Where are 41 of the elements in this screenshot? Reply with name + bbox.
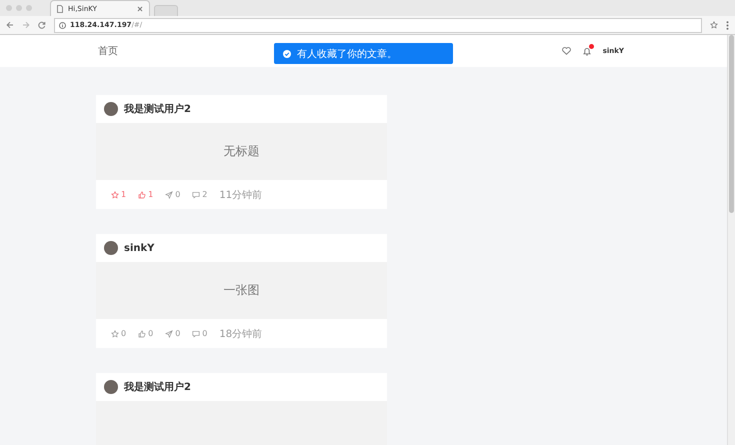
- author-name[interactable]: 我是测试用户2: [124, 380, 191, 394]
- star-icon: [111, 330, 119, 338]
- check-circle-icon: [283, 50, 291, 58]
- toast-message: 有人收藏了你的文章。: [297, 48, 397, 60]
- menu-icon[interactable]: [726, 20, 729, 30]
- share-count-button[interactable]: 0: [165, 329, 180, 338]
- author-name[interactable]: sinkY: [124, 242, 154, 254]
- share-count-button[interactable]: 0: [165, 190, 180, 199]
- scrollbar[interactable]: [727, 35, 735, 445]
- star-count-button[interactable]: 1: [111, 190, 126, 199]
- close-icon[interactable]: [137, 6, 143, 12]
- post-cover[interactable]: 无标题: [96, 123, 387, 180]
- share-icon: [165, 190, 174, 198]
- like-count-button[interactable]: 1: [138, 190, 154, 199]
- post-title: 一张图: [224, 282, 260, 299]
- comment-icon: [192, 190, 200, 198]
- star-count-button[interactable]: 0: [111, 329, 126, 338]
- post-time: 18分钟前: [219, 328, 262, 340]
- page-icon: [57, 4, 63, 12]
- comment-count-button[interactable]: 0: [192, 329, 208, 338]
- post-title: 无标题: [224, 143, 260, 160]
- bookmark-star-icon[interactable]: [710, 21, 718, 29]
- share-icon: [165, 330, 174, 338]
- info-icon: [59, 22, 66, 28]
- like-icon: [138, 330, 146, 338]
- comment-icon: [192, 330, 200, 338]
- comment-count-button[interactable]: 2: [192, 190, 208, 199]
- back-icon[interactable]: [6, 21, 14, 29]
- star-icon: [111, 190, 119, 198]
- post-cover[interactable]: 一张图: [96, 262, 387, 319]
- heart-icon[interactable]: [562, 47, 571, 55]
- post-time: 11分钟前: [219, 188, 262, 202]
- home-link[interactable]: 首页: [98, 44, 118, 58]
- avatar[interactable]: [104, 380, 118, 394]
- like-icon: [138, 190, 146, 198]
- author-name[interactable]: 我是测试用户2: [124, 102, 191, 116]
- bell-icon[interactable]: [582, 46, 591, 56]
- reload-icon[interactable]: [38, 21, 46, 29]
- avatar[interactable]: [104, 102, 118, 116]
- like-count-button[interactable]: 0: [138, 329, 154, 338]
- avatar[interactable]: [104, 241, 118, 255]
